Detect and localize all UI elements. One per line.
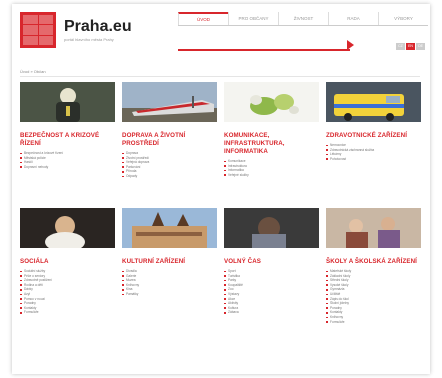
card-link-list: Nemocnice Zdravotnická záchranná služba …: [326, 143, 421, 161]
card-title[interactable]: KULTURNÍ ZAŘÍZENÍ: [122, 258, 217, 266]
city-building-photo[interactable]: [122, 208, 217, 248]
nav-tab-vybory[interactable]: VÝBORY: [378, 12, 428, 25]
site-brand[interactable]: Praha.eu: [64, 18, 132, 36]
list-item[interactable]: Zábava: [224, 310, 319, 315]
card-link-list: Divadla Galerie Muzea Knihovny Kina Pamá…: [122, 269, 217, 297]
card-title[interactable]: KOMUNIKACE, INFRASTRUKTURA, INFORMATIKA: [224, 132, 319, 156]
nav-tab-uvod[interactable]: ÚVOD: [178, 12, 228, 25]
card-link-list: Sociální služby Péče o seniory Zdravotně…: [20, 269, 115, 315]
header-divider: [20, 76, 420, 77]
card-link-list: Mateřské školy Základní školy Střední šk…: [326, 269, 421, 324]
search-submit-icon[interactable]: [347, 40, 354, 50]
lang-cz[interactable]: CZ: [396, 43, 405, 50]
children-photo[interactable]: [224, 208, 319, 248]
city-logo[interactable]: [20, 12, 56, 48]
card-skoly[interactable]: ŠKOLY A ŠKOLSKÁ ZAŘÍZENÍ Mateřské školy …: [326, 208, 421, 324]
page: Praha.eu portál hlavního města Prahy ÚVO…: [12, 4, 430, 374]
breadcrumb[interactable]: Úvod » Občan: [20, 69, 46, 74]
site-tagline: portál hlavního města Prahy: [64, 37, 114, 42]
list-item[interactable]: Formuláře: [20, 310, 115, 315]
firefighter-photo[interactable]: [20, 82, 115, 122]
ambulance-photo[interactable]: [326, 82, 421, 122]
card-link-list: Doprava Životní prostředí Veřejná doprav…: [122, 151, 217, 179]
card-bezpecnost[interactable]: BEZPEČNOST A KRIZOVÉ ŘÍZENÍ Bezpečnost a…: [20, 82, 115, 169]
list-item[interactable]: Dopravní nehody: [20, 165, 115, 170]
nav-tab-pro-obcany[interactable]: PRO OBČANY: [228, 12, 278, 25]
list-item[interactable]: Veřejné služby: [224, 173, 319, 178]
vegetables-photo[interactable]: [224, 82, 319, 122]
search-input[interactable]: [178, 39, 354, 51]
list-item[interactable]: Formuláře: [326, 320, 421, 325]
classroom-photo[interactable]: [326, 208, 421, 248]
nav-tab-zivnost[interactable]: ŽIVNOST: [278, 12, 328, 25]
card-link-list: Komunikace Infrastruktura Informatika Ve…: [224, 159, 319, 177]
card-sociala[interactable]: SOCIÁLA Sociální služby Péče o seniory Z…: [20, 208, 115, 315]
child-photo[interactable]: [20, 208, 115, 252]
card-title[interactable]: ZDRAVOTNICKÉ ZAŘÍZENÍ: [326, 132, 421, 140]
card-link-list: Sport Turistika Parky Koupaliště Zoo Výs…: [224, 269, 319, 315]
card-volny-cas[interactable]: VOLNÝ ČAS Sport Turistika Parky Koupališ…: [224, 208, 319, 315]
card-komunikace[interactable]: KOMUNIKACE, INFRASTRUKTURA, INFORMATIKA …: [224, 82, 319, 177]
train-photo[interactable]: [122, 82, 217, 122]
lang-en[interactable]: EN: [406, 43, 415, 50]
card-kulturni[interactable]: KULTURNÍ ZAŘÍZENÍ Divadla Galerie Muzea …: [122, 208, 217, 297]
card-title[interactable]: SOCIÁLA: [20, 258, 115, 266]
card-title[interactable]: ŠKOLY A ŠKOLSKÁ ZAŘÍZENÍ: [326, 258, 421, 266]
list-item[interactable]: Odpady: [122, 174, 217, 179]
card-link-list: Bezpečnost a krizové řízení Městská poli…: [20, 151, 115, 169]
card-title[interactable]: VOLNÝ ČAS: [224, 258, 319, 266]
nav-tab-rada[interactable]: RADA: [328, 12, 378, 25]
lang-de[interactable]: DE: [416, 43, 425, 50]
list-item[interactable]: Památky: [122, 292, 217, 297]
card-title[interactable]: DOPRAVA A ŽIVOTNÍ PROSTŘEDÍ: [122, 132, 217, 148]
list-item[interactable]: Pohotovost: [326, 157, 421, 162]
main-nav: ÚVOD PRO OBČANY ŽIVNOST RADA VÝBORY: [178, 12, 428, 26]
card-doprava[interactable]: DOPRAVA A ŽIVOTNÍ PROSTŘEDÍ Doprava Živo…: [122, 82, 217, 179]
card-zdravotnicke[interactable]: ZDRAVOTNICKÉ ZAŘÍZENÍ Nemocnice Zdravotn…: [326, 82, 421, 161]
card-title[interactable]: BEZPEČNOST A KRIZOVÉ ŘÍZENÍ: [20, 132, 115, 148]
language-switcher: CZ EN DE: [396, 43, 425, 50]
